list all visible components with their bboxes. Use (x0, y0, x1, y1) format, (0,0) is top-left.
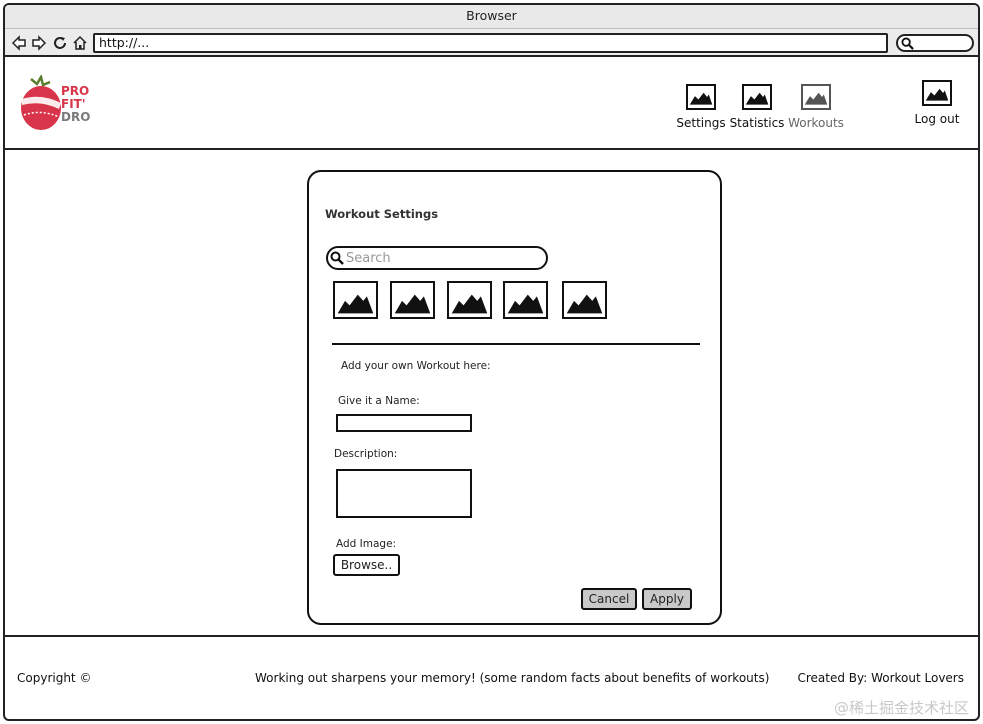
image-icon (337, 294, 374, 314)
logo-text-line-3: DRO (61, 110, 91, 124)
browser-window: Browser http://... PRO FIT' DRO Settings… (3, 3, 980, 721)
nav-statistics-label: Statistics (729, 116, 785, 130)
address-bar: http://... (5, 29, 978, 57)
cancel-button[interactable]: Cancel (581, 588, 637, 610)
created-by-text: Created By: Workout Lovers (797, 671, 964, 685)
nav-statistics[interactable]: Statistics (729, 84, 785, 130)
browser-search-input[interactable] (896, 34, 974, 52)
workout-search-input[interactable] (344, 250, 539, 266)
description-label: Description: (334, 448, 398, 460)
section-divider (332, 343, 700, 345)
url-input[interactable]: http://... (93, 33, 888, 53)
nav-settings-label: Settings (676, 116, 726, 130)
workout-thumbnail[interactable] (390, 281, 435, 319)
image-icon (394, 294, 431, 314)
workout-fact-text: Working out sharpens your memory! (some … (255, 671, 770, 685)
site-footer: Copyright © Working out sharpens your me… (5, 635, 978, 719)
add-workout-heading: Add your own Workout here: (341, 360, 491, 372)
name-label: Give it a Name: (338, 395, 420, 407)
nav-settings[interactable]: Settings (673, 84, 729, 130)
copyright-text: Copyright © (17, 671, 92, 685)
description-textarea[interactable] (336, 469, 472, 518)
nav-logout-label: Log out (914, 112, 960, 126)
browse-button[interactable]: Browse.. (333, 554, 400, 576)
refresh-icon[interactable] (52, 35, 68, 51)
image-icon (742, 84, 772, 110)
image-icon (686, 84, 716, 110)
image-icon (566, 294, 603, 314)
workout-thumbnail[interactable] (333, 281, 378, 319)
back-arrow-icon[interactable] (11, 35, 27, 51)
workout-thumbnail[interactable] (503, 281, 548, 319)
workout-thumbnail[interactable] (562, 281, 607, 319)
image-icon (451, 294, 488, 314)
search-icon (901, 37, 914, 50)
add-image-label: Add Image: (336, 538, 397, 550)
image-icon (922, 80, 952, 106)
nav-workouts-label: Workouts (788, 116, 844, 130)
forward-arrow-icon[interactable] (31, 35, 47, 51)
workout-search[interactable] (326, 246, 548, 270)
workout-thumbnail[interactable] (447, 281, 492, 319)
search-icon (330, 251, 344, 265)
panel-title: Workout Settings (325, 207, 439, 221)
apply-button[interactable]: Apply (642, 588, 692, 610)
nav-logout[interactable]: Log out (911, 80, 963, 126)
home-icon[interactable] (72, 35, 88, 51)
image-icon (801, 84, 831, 110)
workout-settings-panel: Workout Settings Add your own Workout he… (307, 170, 722, 625)
image-icon (507, 294, 544, 314)
workout-name-input[interactable] (336, 414, 472, 432)
watermark: @稀土掘金技术社区 (833, 699, 969, 717)
window-title: Browser (5, 5, 978, 29)
profitdoro-logo[interactable]: PRO FIT' DRO (19, 73, 91, 133)
site-header: PRO FIT' DRO Settings Statistics Workout… (5, 57, 978, 150)
nav-workouts[interactable]: Workouts (787, 84, 845, 130)
